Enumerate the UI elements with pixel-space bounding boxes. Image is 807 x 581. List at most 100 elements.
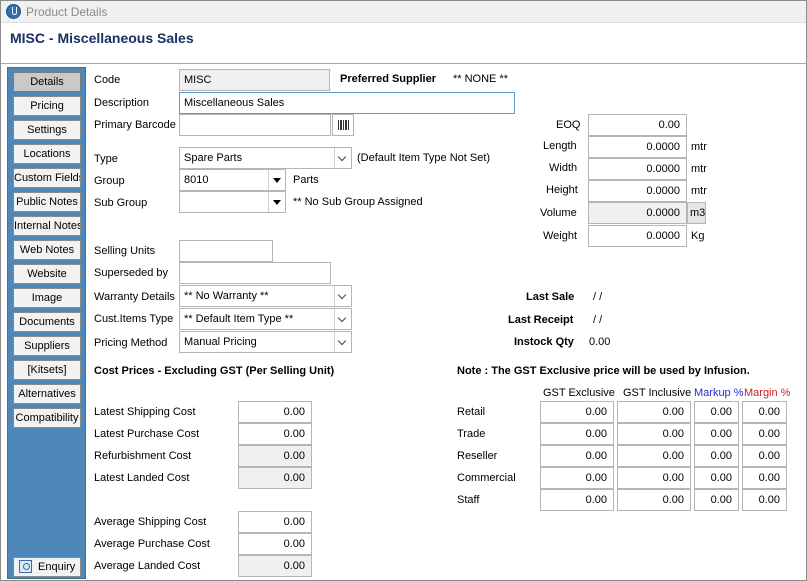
sidebar-item-compatibility[interactable]: Compatibility bbox=[13, 408, 81, 428]
group-value: 8010 bbox=[184, 174, 209, 186]
weight-unit: Kg bbox=[691, 230, 705, 242]
sidebar-item-image[interactable]: Image bbox=[13, 288, 81, 308]
length-input[interactable]: 0.0000 bbox=[588, 136, 687, 158]
price-excl-input[interactable]: 0.00 bbox=[540, 423, 614, 445]
weight-input[interactable]: 0.0000 bbox=[588, 225, 687, 247]
superseded-input[interactable] bbox=[179, 262, 331, 284]
col-gst-inclusive: GST Inclusive bbox=[623, 387, 692, 399]
latest-shipping-input[interactable]: 0.00 bbox=[238, 401, 312, 423]
price-margin-input[interactable]: 0.00 bbox=[742, 467, 787, 489]
custitems-select[interactable]: ** Default Item Type ** bbox=[179, 308, 352, 330]
price-margin-input[interactable]: 0.00 bbox=[742, 445, 787, 467]
window-title: Product Details bbox=[26, 5, 108, 19]
price-row-label: Trade bbox=[457, 428, 486, 440]
preferred-supplier-label: Preferred Supplier bbox=[340, 73, 436, 85]
avg-purchase-label: Average Purchase Cost bbox=[94, 538, 210, 550]
sidebar: Details Pricing Settings Locations Custom Fi… bbox=[7, 67, 86, 579]
width-input[interactable]: 0.0000 bbox=[588, 158, 687, 180]
code-field[interactable]: MISC bbox=[179, 69, 330, 91]
avg-shipping-label: Average Shipping Cost bbox=[94, 516, 207, 528]
chevron-down-icon[interactable] bbox=[334, 332, 351, 352]
type-value: Spare Parts bbox=[184, 152, 243, 164]
price-excl-input[interactable]: 0.00 bbox=[540, 467, 614, 489]
type-select[interactable]: Spare Parts bbox=[179, 147, 352, 169]
description-input[interactable]: Miscellaneous Sales bbox=[179, 92, 515, 114]
barcode-input[interactable] bbox=[179, 114, 331, 136]
price-row-label: Commercial bbox=[457, 472, 516, 484]
latest-purchase-input[interactable]: 0.00 bbox=[238, 423, 312, 445]
price-incl-input[interactable]: 0.00 bbox=[617, 445, 691, 467]
latest-landed-field: 0.00 bbox=[238, 467, 312, 489]
latest-shipping-label: Latest Shipping Cost bbox=[94, 406, 196, 418]
chevron-down-icon[interactable] bbox=[334, 286, 351, 306]
price-markup-input[interactable]: 0.00 bbox=[694, 423, 739, 445]
eoq-label: EOQ bbox=[556, 119, 581, 131]
price-margin-input[interactable]: 0.00 bbox=[742, 423, 787, 445]
sidebar-item-pricing[interactable]: Pricing bbox=[13, 96, 81, 116]
sidebar-item-kitsets[interactable]: [Kitsets] bbox=[13, 360, 81, 380]
price-incl-input[interactable]: 0.00 bbox=[617, 423, 691, 445]
enquiry-button[interactable]: Enquiry bbox=[13, 557, 81, 577]
volume-field: 0.0000 bbox=[588, 202, 687, 224]
price-excl-input[interactable]: 0.00 bbox=[540, 401, 614, 423]
sidebar-item-public-notes[interactable]: Public Notes bbox=[13, 192, 81, 212]
height-input[interactable]: 0.0000 bbox=[588, 180, 687, 202]
barcode-button[interactable] bbox=[332, 114, 354, 136]
sidebar-item-alternatives[interactable]: Alternatives bbox=[13, 384, 81, 404]
col-gst-exclusive: GST Exclusive bbox=[543, 387, 615, 399]
warranty-value: ** No Warranty ** bbox=[184, 290, 269, 302]
sidebar-item-website[interactable]: Website bbox=[13, 264, 81, 284]
type-note: (Default Item Type Not Set) bbox=[357, 152, 491, 164]
last-receipt-value: / / bbox=[593, 314, 603, 326]
superseded-label: Superseded by bbox=[94, 267, 168, 279]
price-row-label: Staff bbox=[457, 494, 480, 506]
barcode-icon bbox=[338, 120, 350, 130]
pricing-method-select[interactable]: Manual Pricing bbox=[179, 331, 352, 353]
subgroup-select[interactable] bbox=[179, 191, 286, 213]
sidebar-item-custom-fields[interactable]: Custom Fields bbox=[13, 168, 81, 188]
sidebar-item-locations[interactable]: Locations bbox=[13, 144, 81, 164]
dropdown-arrow-icon[interactable] bbox=[268, 170, 285, 190]
latest-landed-label: Latest Landed Cost bbox=[94, 472, 190, 484]
page-header: MISC - Miscellaneous Sales bbox=[1, 24, 806, 64]
group-select[interactable]: 8010 bbox=[179, 169, 286, 191]
custitems-label: Cust.Items Type bbox=[94, 313, 174, 325]
length-label: Length bbox=[543, 140, 577, 152]
volume-unit: m3 bbox=[687, 202, 706, 224]
avg-shipping-input[interactable]: 0.00 bbox=[238, 511, 312, 533]
price-margin-input[interactable]: 0.00 bbox=[742, 489, 787, 511]
group-note: Parts bbox=[293, 174, 319, 186]
price-excl-input[interactable]: 0.00 bbox=[540, 445, 614, 467]
dropdown-arrow-icon[interactable] bbox=[268, 192, 285, 212]
warranty-select[interactable]: ** No Warranty ** bbox=[179, 285, 352, 307]
chevron-down-icon[interactable] bbox=[334, 148, 351, 168]
barcode-label: Primary Barcode bbox=[94, 119, 176, 131]
price-row-label: Retail bbox=[457, 406, 486, 418]
refurb-field: 0.00 bbox=[238, 445, 312, 467]
avg-purchase-input[interactable]: 0.00 bbox=[238, 533, 312, 555]
chevron-down-icon[interactable] bbox=[334, 309, 351, 329]
sidebar-item-suppliers[interactable]: Suppliers bbox=[13, 336, 81, 356]
sidebar-item-documents[interactable]: Documents bbox=[13, 312, 81, 332]
price-excl-input[interactable]: 0.00 bbox=[540, 489, 614, 511]
code-label: Code bbox=[94, 74, 121, 86]
selling-units-input[interactable] bbox=[179, 240, 273, 262]
sidebar-item-settings[interactable]: Settings bbox=[13, 120, 81, 140]
price-incl-input[interactable]: 0.00 bbox=[617, 489, 691, 511]
price-markup-input[interactable]: 0.00 bbox=[694, 489, 739, 511]
sidebar-item-web-notes[interactable]: Web Notes bbox=[13, 240, 81, 260]
price-markup-input[interactable]: 0.00 bbox=[694, 445, 739, 467]
app-power-icon bbox=[6, 4, 21, 19]
avg-landed-field: 0.00 bbox=[238, 555, 312, 577]
price-margin-input[interactable]: 0.00 bbox=[742, 401, 787, 423]
sidebar-item-details[interactable]: Details bbox=[13, 72, 81, 92]
price-incl-input[interactable]: 0.00 bbox=[617, 467, 691, 489]
sidebar-item-internal-notes[interactable]: Internal Notes bbox=[13, 216, 81, 236]
price-markup-input[interactable]: 0.00 bbox=[694, 401, 739, 423]
price-markup-input[interactable]: 0.00 bbox=[694, 467, 739, 489]
instock-label: Instock Qty bbox=[514, 336, 574, 348]
eoq-input[interactable]: 0.00 bbox=[588, 114, 687, 136]
price-incl-input[interactable]: 0.00 bbox=[617, 401, 691, 423]
description-label: Description bbox=[94, 97, 150, 109]
page-title: MISC - Miscellaneous Sales bbox=[10, 30, 194, 46]
